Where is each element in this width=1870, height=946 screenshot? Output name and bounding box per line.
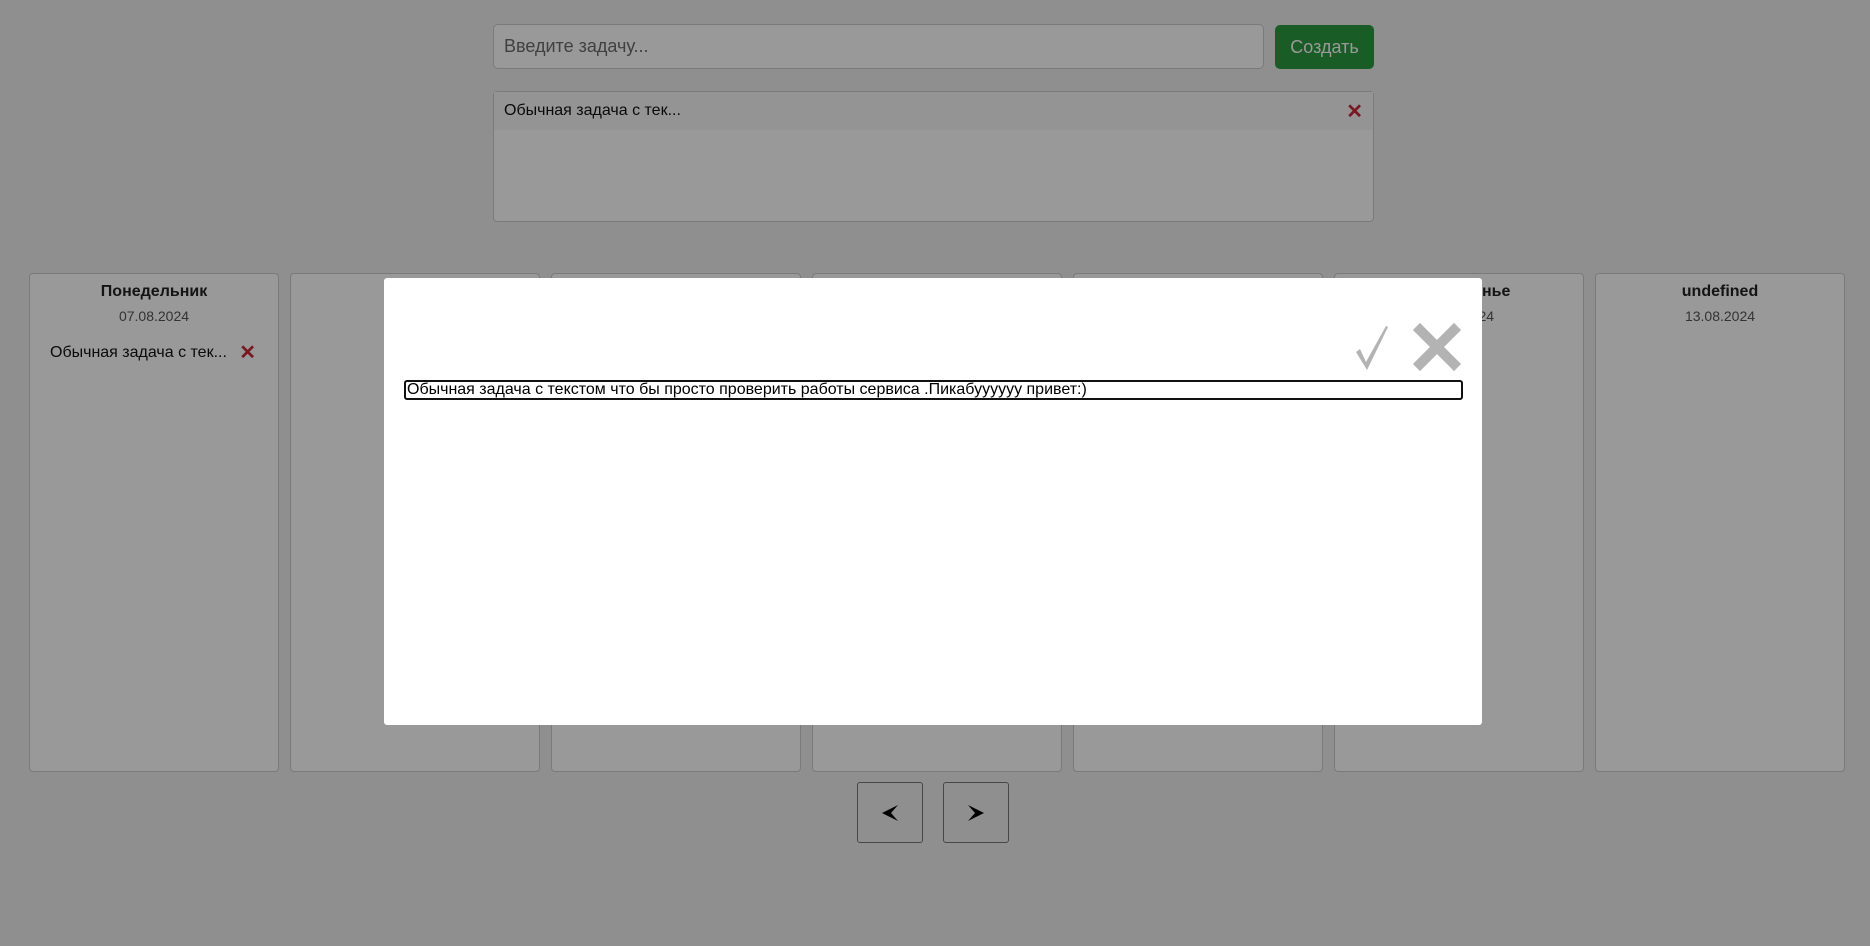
close-icon[interactable] — [1412, 322, 1462, 372]
edit-modal — [384, 278, 1482, 725]
edit-task-input[interactable] — [404, 380, 1463, 400]
check-icon[interactable] — [1350, 322, 1400, 372]
